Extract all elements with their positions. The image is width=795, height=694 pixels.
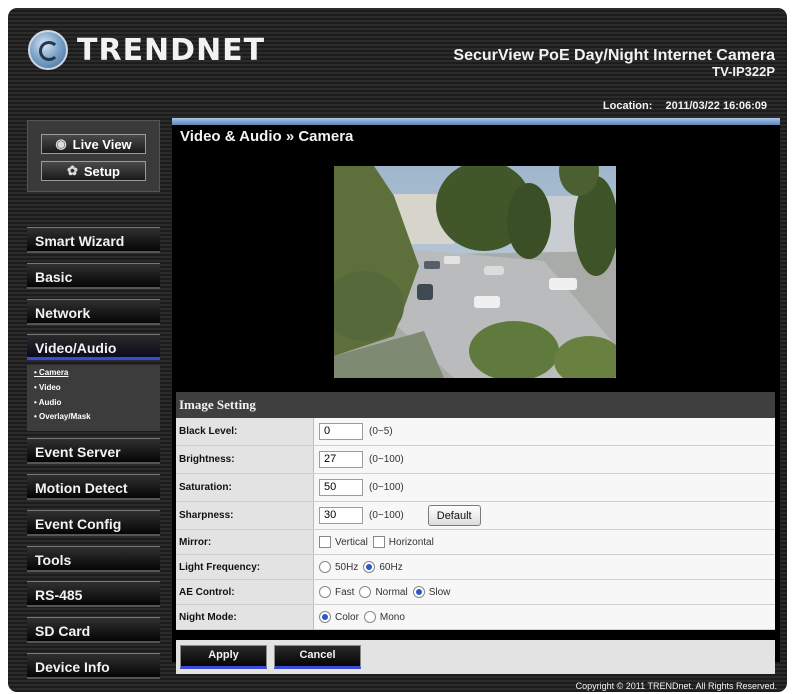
- brightness-input[interactable]: 27: [319, 451, 363, 468]
- mirror-vertical-checkbox[interactable]: [319, 536, 331, 548]
- light-frequency-50hz-label: 50Hz: [335, 561, 359, 573]
- brightness-label: Brightness:: [176, 446, 314, 473]
- sidebar-item-network[interactable]: Network: [27, 299, 160, 325]
- row-mirror: Mirror: Vertical Horizontal: [176, 530, 775, 555]
- action-bar: Apply Cancel: [176, 640, 775, 674]
- sharpness-input[interactable]: 30: [319, 507, 363, 524]
- row-night-mode: Night Mode: Color Mono: [176, 605, 775, 630]
- sharpness-label: Sharpness:: [176, 502, 314, 529]
- ae-fast-label: Fast: [335, 586, 355, 598]
- sidebar-item-event-server[interactable]: Event Server: [27, 438, 160, 464]
- light-frequency-50hz-radio[interactable]: [319, 561, 331, 573]
- sidebar-item-basic[interactable]: Basic: [27, 263, 160, 289]
- sidebar-item-video-audio[interactable]: Video/Audio: [27, 334, 160, 360]
- saturation-range: (0~100): [369, 482, 404, 493]
- night-mode-mono-label: Mono: [379, 611, 405, 623]
- row-saturation: Saturation: 50 (0~100): [176, 474, 775, 502]
- submenu-item-audio[interactable]: • Audio: [34, 395, 160, 410]
- camera-preview-image: [334, 166, 616, 378]
- apply-button[interactable]: Apply: [180, 645, 267, 669]
- ae-normal-radio[interactable]: [359, 586, 372, 598]
- submenu-item-video[interactable]: • Video: [34, 380, 160, 395]
- eye-icon: ◉: [55, 136, 67, 151]
- live-view-button[interactable]: ◉ Live View: [41, 134, 146, 154]
- ae-control-label: AE Control:: [176, 580, 314, 604]
- app-frame: TRENDNET SecurView PoE Day/Night Interne…: [8, 8, 787, 692]
- product-title: SecurView PoE Day/Night Internet Camera: [453, 47, 775, 64]
- default-button[interactable]: Default: [427, 505, 481, 526]
- copyright-text: Copyright © 2011 TRENDnet. All Rights Re…: [575, 681, 777, 691]
- ae-slow-radio[interactable]: [412, 586, 425, 598]
- location-label: Location:: [602, 100, 653, 112]
- setup-label: Setup: [83, 163, 121, 179]
- submenu-item-camera[interactable]: • Camera: [34, 365, 160, 380]
- sidebar: ◉ Live View ✿ Setup Smart Wizard Basic N…: [27, 120, 160, 679]
- mirror-horizontal-label: Horizontal: [388, 536, 434, 548]
- black-level-range: (0~5): [369, 426, 393, 437]
- image-setting-panel: Image Setting Black Level: 0 (0~5) Brigh…: [176, 392, 775, 674]
- light-frequency-60hz-radio[interactable]: [363, 561, 376, 573]
- view-mode-box: ◉ Live View ✿ Setup: [27, 120, 160, 192]
- sidebar-item-device-info[interactable]: Device Info: [27, 653, 160, 679]
- sidebar-item-smart-wizard[interactable]: Smart Wizard: [27, 227, 160, 253]
- sidebar-item-event-config[interactable]: Event Config: [27, 510, 160, 536]
- row-black-level: Black Level: 0 (0~5): [176, 418, 775, 446]
- row-light-frequency: Light Frequency: 50Hz 60Hz: [176, 555, 775, 580]
- setup-button[interactable]: ✿ Setup: [41, 161, 146, 181]
- night-mode-color-label: Color: [335, 611, 359, 623]
- ae-fast-radio[interactable]: [319, 586, 331, 598]
- cancel-button[interactable]: Cancel: [274, 645, 361, 669]
- location-info: Location: 2011/03/22 16:06:09: [603, 100, 767, 112]
- row-ae-control: AE Control: Fast Normal Slow: [176, 580, 775, 605]
- brightness-range: (0~100): [369, 454, 404, 465]
- location-datetime: 2011/03/22 16:06:09: [665, 100, 767, 112]
- sidebar-item-tools[interactable]: Tools: [27, 546, 160, 572]
- mirror-vertical-label: Vertical: [335, 536, 368, 548]
- night-mode-mono-radio[interactable]: [363, 611, 376, 623]
- page-title: Video & Audio » Camera: [180, 128, 354, 145]
- brand-logo: TRENDNET: [28, 30, 265, 70]
- ae-slow-label: Slow: [428, 586, 451, 598]
- live-view-label: Live View: [72, 136, 132, 152]
- sidebar-item-motion-detect[interactable]: Motion Detect: [27, 474, 160, 500]
- gear-icon: ✿: [66, 163, 78, 178]
- night-mode-color-radio[interactable]: [319, 611, 331, 623]
- light-frequency-label: Light Frequency:: [176, 555, 314, 579]
- row-sharpness: Sharpness: 30 (0~100) Default: [176, 502, 775, 530]
- video-audio-submenu: • Camera • Video • Audio • Overlay/Mask: [27, 365, 160, 431]
- sidebar-item-rs485[interactable]: RS-485: [27, 581, 160, 607]
- light-frequency-60hz-label: 60Hz: [379, 561, 403, 573]
- panel-title: Image Setting: [176, 392, 775, 418]
- saturation-label: Saturation:: [176, 474, 314, 501]
- brand-name: TRENDNET: [77, 32, 266, 68]
- ae-normal-label: Normal: [375, 586, 408, 598]
- row-brightness: Brightness: 27 (0~100): [176, 446, 775, 474]
- mirror-horizontal-checkbox[interactable]: [372, 536, 385, 548]
- main-content: Video & Audio » Camera Image Setting Bla…: [172, 118, 780, 674]
- black-level-input[interactable]: 0: [319, 423, 363, 440]
- saturation-input[interactable]: 50: [319, 479, 363, 496]
- black-level-label: Black Level:: [176, 418, 314, 445]
- sidebar-item-sd-card[interactable]: SD Card: [27, 617, 160, 643]
- trendnet-logo-icon: [28, 30, 68, 70]
- mirror-label: Mirror:: [176, 530, 314, 554]
- sharpness-range: (0~100): [369, 510, 404, 521]
- night-mode-label: Night Mode:: [176, 605, 314, 629]
- main-top-bar: [172, 118, 780, 125]
- submenu-item-overlay-mask[interactable]: • Overlay/Mask: [34, 410, 160, 424]
- product-model: TV-IP322P: [712, 64, 775, 79]
